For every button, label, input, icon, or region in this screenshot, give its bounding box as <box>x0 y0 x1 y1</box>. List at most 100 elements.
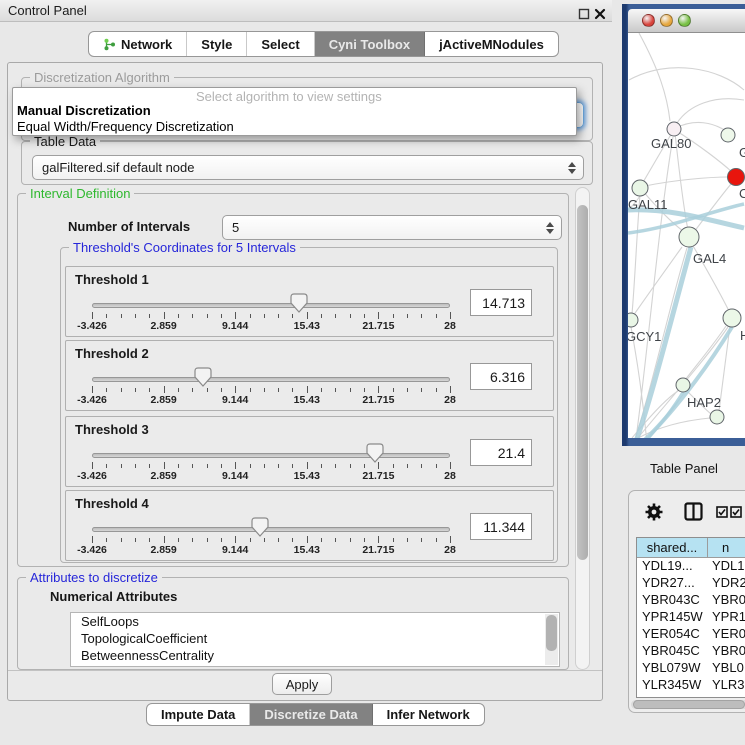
scrollbar-thumb[interactable] <box>577 205 588 560</box>
gear-icon[interactable] <box>644 502 664 522</box>
scrollbar-thumb[interactable] <box>633 700 745 709</box>
network-node[interactable] <box>723 309 741 327</box>
split-columns-icon[interactable] <box>684 502 703 521</box>
tab-style[interactable]: Style <box>187 32 247 56</box>
tick-strip <box>92 386 450 394</box>
table-row[interactable]: YDL19...YDL1 <box>637 558 745 575</box>
tick-mark <box>393 464 394 468</box>
column-header-name[interactable]: n <box>708 538 745 557</box>
tick-mark <box>178 388 179 392</box>
network-node[interactable] <box>679 227 699 247</box>
table-row[interactable]: YER054CYER0 <box>637 626 745 643</box>
minimize-traffic-light[interactable] <box>660 14 673 27</box>
network-node[interactable] <box>728 169 745 186</box>
slider-track[interactable] <box>92 527 450 532</box>
cell-shared-name[interactable]: YPR145W <box>637 609 708 626</box>
cell-shared-name[interactable]: YIL052C <box>637 694 708 698</box>
table-row[interactable]: YIL052CYIL0 <box>637 694 745 698</box>
tab-cyni-toolbox[interactable]: Cyni Toolbox <box>315 32 425 56</box>
tab-jactivemnodules[interactable]: jActiveMNodules <box>425 32 558 56</box>
cell-name[interactable]: YBR0 <box>708 592 745 609</box>
table-row[interactable]: YLR345WYLR3 <box>637 677 745 694</box>
network-graph: GAL80GACGAL11GAL4GCY1HHAP2 <box>628 33 745 438</box>
tab-label: Impute Data <box>161 707 235 722</box>
tab-label: Select <box>261 37 299 52</box>
cell-name[interactable]: YDL1 <box>708 558 745 575</box>
cell-name[interactable]: YER0 <box>708 626 745 643</box>
thresholds-group: Threshold's Coordinates for 5 Intervals … <box>60 247 558 563</box>
cell-name[interactable]: YPR1 <box>708 609 745 626</box>
float-window-icon[interactable] <box>578 8 590 20</box>
tab-discretize-data[interactable]: Discretize Data <box>250 704 372 725</box>
table-row[interactable]: YBR045CYBR0 <box>637 643 745 660</box>
dropdown-option-manual[interactable]: Manual Discretization <box>17 103 151 118</box>
slider-track[interactable] <box>92 453 450 458</box>
cell-name[interactable]: YBL0 <box>708 660 745 677</box>
table-horizontal-scrollbar[interactable] <box>631 700 745 709</box>
tick-mark <box>106 314 107 318</box>
threshold-value-field[interactable]: 21.4 <box>470 439 532 466</box>
threshold-value-field[interactable]: 11.344 <box>470 513 532 540</box>
cell-shared-name[interactable]: YBR045C <box>637 643 708 660</box>
network-node[interactable] <box>721 128 735 142</box>
table-row[interactable]: YBR043CYBR0 <box>637 592 745 609</box>
cell-shared-name[interactable]: YBR043C <box>637 592 708 609</box>
network-window-titlebar[interactable] <box>628 9 745 33</box>
column-header-shared-name[interactable]: shared... <box>637 538 708 557</box>
network-canvas[interactable]: GAL80GACGAL11GAL4GCY1HHAP2 <box>628 33 745 438</box>
slider-handle[interactable] <box>251 517 269 537</box>
cell-shared-name[interactable]: YDR27... <box>637 575 708 592</box>
cell-name[interactable]: YLR3 <box>708 677 745 694</box>
list-scrollbar[interactable] <box>545 614 558 665</box>
table-row[interactable]: YPR145WYPR1 <box>637 609 745 626</box>
tab-select[interactable]: Select <box>247 32 314 56</box>
cell-shared-name[interactable]: YER054C <box>637 626 708 643</box>
slider-track[interactable] <box>92 303 450 308</box>
network-node[interactable] <box>628 313 638 327</box>
slider-track[interactable] <box>92 377 450 382</box>
tick-label: 2.859 <box>150 470 176 482</box>
cell-name[interactable]: YIL0 <box>708 694 745 698</box>
attribute-list-item[interactable]: BetweennessCentrality <box>71 647 559 664</box>
attribute-list-item[interactable]: SelfLoops <box>71 613 559 630</box>
dropdown-option-equal-width[interactable]: Equal Width/Frequency Discretization <box>17 119 234 134</box>
table-data-combo[interactable]: galFiltered.sif default node <box>32 155 584 180</box>
checkbox-icon[interactable] <box>716 506 728 518</box>
table-row[interactable]: YDR27...YDR2 <box>637 575 745 592</box>
tab-infer-network[interactable]: Infer Network <box>373 704 484 725</box>
cyni-toolbox-panel: Discretization Algorithm Table Data galF… <box>7 62 603 701</box>
network-node[interactable] <box>667 122 681 136</box>
tab-network[interactable]: Network <box>89 32 187 56</box>
panel-scrollbar[interactable] <box>575 187 590 670</box>
cell-shared-name[interactable]: YBL079W <box>637 660 708 677</box>
table-row[interactable]: YBL079WYBL0 <box>637 660 745 677</box>
slider-handle[interactable] <box>194 367 212 387</box>
threshold-value-field[interactable]: 14.713 <box>470 289 532 316</box>
cell-name[interactable]: YDR2 <box>708 575 745 592</box>
slider-handle[interactable] <box>290 293 308 313</box>
threshold-value-field[interactable]: 6.316 <box>470 363 532 390</box>
close-icon[interactable] <box>594 8 606 20</box>
checkbox-icon[interactable] <box>730 506 742 518</box>
network-node[interactable] <box>710 410 724 424</box>
num-intervals-combo[interactable]: 5 <box>222 215 562 240</box>
network-node[interactable] <box>632 180 648 196</box>
node-label: HAP2 <box>687 395 721 410</box>
slider-handle[interactable] <box>366 443 384 463</box>
apply-button[interactable]: Apply <box>272 673 332 695</box>
group-label: Discretization Algorithm <box>30 70 174 85</box>
maximize-traffic-light[interactable] <box>678 14 691 27</box>
tick-mark <box>421 314 422 318</box>
tick-mark <box>92 386 93 393</box>
attribute-list-item[interactable]: TopologicalCoefficient <box>71 630 559 647</box>
close-traffic-light[interactable] <box>642 14 655 27</box>
scrollbar-thumb[interactable] <box>546 615 557 651</box>
cell-name[interactable]: YBR0 <box>708 643 745 660</box>
cell-shared-name[interactable]: YLR345W <box>637 677 708 694</box>
network-node[interactable] <box>676 378 690 392</box>
numerical-attributes-list[interactable]: SelfLoopsTopologicalCoefficientBetweenne… <box>70 612 560 667</box>
cell-shared-name[interactable]: YDL19... <box>637 558 708 575</box>
tick-mark <box>307 386 308 393</box>
tab-impute-data[interactable]: Impute Data <box>147 704 250 725</box>
tick-mark <box>135 388 136 392</box>
